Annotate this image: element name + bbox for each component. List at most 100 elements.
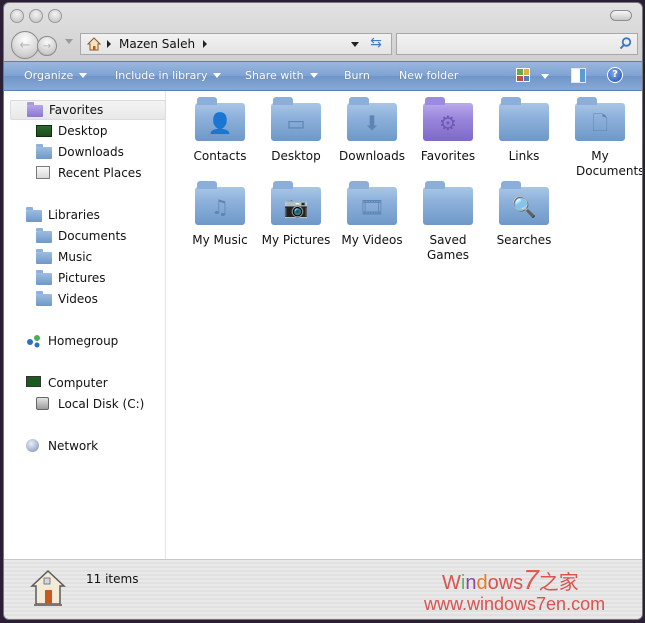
file-name: Searches (496, 233, 552, 247)
folder-shape: 👤 (195, 97, 245, 141)
folder-glyph: 🎞 (359, 195, 385, 219)
organize-button[interactable]: Organize (24, 69, 88, 82)
desktop-folder-icon: ▭ (271, 97, 321, 143)
homegroup-icon (26, 334, 42, 348)
watermark-text: 7 (523, 564, 539, 595)
address-bar[interactable]: Mazen Saleh (80, 33, 392, 55)
folder-shape: ⚙ (423, 97, 473, 141)
links-folder-icon (499, 97, 549, 143)
watermark-text: ows (487, 572, 524, 594)
share-with-button[interactable]: Share with (245, 69, 318, 82)
file-item[interactable]: 🔍 Searches (486, 175, 562, 248)
folder-glyph: 🔍 (511, 195, 537, 219)
status-bar: 11 items Windows7之家 www.windows7en.com (4, 559, 642, 619)
new-folder-button[interactable]: New folder (399, 69, 458, 82)
file-item[interactable]: ⬇ Downloads (334, 91, 410, 164)
watermark-text: 之家 (538, 572, 579, 594)
search-icon[interactable] (619, 37, 632, 50)
computer-icon (26, 376, 42, 390)
breadcrumb-separator-icon[interactable] (203, 40, 208, 48)
back-button[interactable]: ← (11, 31, 39, 59)
music-folder-icon: ♫ (195, 181, 245, 227)
share-with-label: Share with (245, 69, 304, 82)
documents-folder-icon (36, 228, 52, 243)
title-bar (4, 3, 642, 29)
preview-pane-icon[interactable] (571, 68, 586, 83)
file-item[interactable]: 👤 Contacts (182, 91, 258, 164)
file-item[interactable]: Links (486, 91, 562, 164)
command-bar: Organize Include in library Share with B… (4, 61, 642, 91)
navigation-bar: ← → Mazen Saleh ⇆ (4, 29, 642, 61)
sidebar-item-computer[interactable]: Computer (26, 373, 108, 393)
sidebar-item-documents[interactable]: Documents (36, 226, 126, 246)
file-name: My Music (192, 233, 248, 247)
change-view-icon[interactable] (516, 68, 530, 82)
help-icon[interactable]: ? (607, 67, 623, 83)
sidebar-item-pictures[interactable]: Pictures (36, 268, 106, 288)
folder-shape: 🎞 (347, 181, 397, 225)
folder-glyph: ▭ (286, 111, 306, 135)
searches-folder-icon: 🔍 (499, 181, 549, 227)
sidebar-item-favorites[interactable]: Favorites (10, 100, 166, 120)
close-window-button[interactable] (10, 9, 24, 23)
sidebar-item-label: Documents (58, 229, 127, 243)
breadcrumb-separator-icon[interactable] (107, 40, 111, 48)
file-item[interactable]: Saved Games (410, 175, 486, 263)
sidebar-item-recent-places[interactable]: Recent Places (36, 163, 141, 183)
sidebar-item-label: Pictures (58, 271, 106, 285)
minimize-window-button[interactable] (29, 9, 43, 23)
folder-shape: 🗋 (575, 97, 625, 141)
explorer-window: ← → Mazen Saleh ⇆ Organize Include in li… (3, 2, 643, 620)
sidebar-item-label: Downloads (58, 145, 124, 159)
folder-shape: ⬇ (347, 97, 397, 141)
file-list: 👤 Contacts ▭ Desktop ⬇ Downloads ⚙ Favorites Lin… (174, 91, 643, 559)
file-name: My Videos (341, 233, 403, 247)
chevron-down-icon (79, 73, 88, 78)
sidebar-item-videos[interactable]: Videos (36, 289, 98, 309)
sidebar-item-local-disk[interactable]: Local Disk (C:) (36, 394, 144, 414)
sidebar-item-desktop[interactable]: Desktop (36, 121, 108, 141)
search-input[interactable] (397, 34, 612, 54)
view-options-dropdown[interactable] (541, 74, 549, 79)
pictures-folder-icon (36, 270, 52, 285)
libraries-folder-icon (26, 207, 42, 222)
file-name: My Pictures (261, 233, 331, 247)
watermark-text: n (465, 572, 477, 594)
file-item[interactable]: ♫ My Music (182, 175, 258, 248)
sidebar-item-music[interactable]: Music (36, 247, 92, 267)
refresh-icon[interactable]: ⇆ (367, 35, 385, 51)
chevron-down-icon (213, 73, 222, 78)
file-item[interactable]: 🗋 My Documents (562, 91, 643, 179)
file-item[interactable]: 🎞 My Videos (334, 175, 410, 248)
folder-glyph: ⚙ (439, 111, 457, 135)
folder-glyph: ♫ (211, 195, 229, 219)
favorites-folder-icon (27, 102, 43, 117)
breadcrumb-item[interactable]: Mazen Saleh (119, 37, 195, 51)
navigation-pane: Favorites Desktop Downloads Recent Place… (4, 91, 166, 559)
downloads-folder-icon (36, 144, 52, 159)
downloads-folder-icon: ⬇ (347, 97, 397, 143)
file-item[interactable]: 📷 My Pictures (258, 175, 334, 248)
recent-pages-dropdown[interactable] (65, 39, 73, 44)
sidebar-item-network[interactable]: Network (26, 436, 98, 456)
music-folder-icon (36, 249, 52, 264)
sidebar-item-downloads[interactable]: Downloads (36, 142, 124, 162)
include-in-library-button[interactable]: Include in library (115, 69, 222, 82)
search-box (396, 33, 638, 55)
forward-button[interactable]: → (37, 36, 57, 56)
file-name: Contacts (193, 149, 247, 163)
sidebar-item-label: Recent Places (58, 166, 142, 180)
file-item[interactable]: ⚙ Favorites (410, 91, 486, 164)
file-name: My Documents (576, 149, 643, 178)
item-count: 11 items (86, 572, 139, 586)
zoom-window-button[interactable] (48, 9, 62, 23)
address-history-dropdown[interactable] (351, 42, 359, 47)
sidebar-item-homegroup[interactable]: Homegroup (26, 331, 118, 351)
history-buttons: ← → (11, 31, 63, 59)
sidebar-item-libraries[interactable]: Libraries (26, 205, 100, 225)
file-item[interactable]: ▭ Desktop (258, 91, 334, 164)
toolbar-toggle-button[interactable] (610, 10, 632, 21)
home-icon (86, 37, 102, 51)
burn-button[interactable]: Burn (344, 69, 370, 82)
file-name: Saved Games (427, 233, 469, 262)
